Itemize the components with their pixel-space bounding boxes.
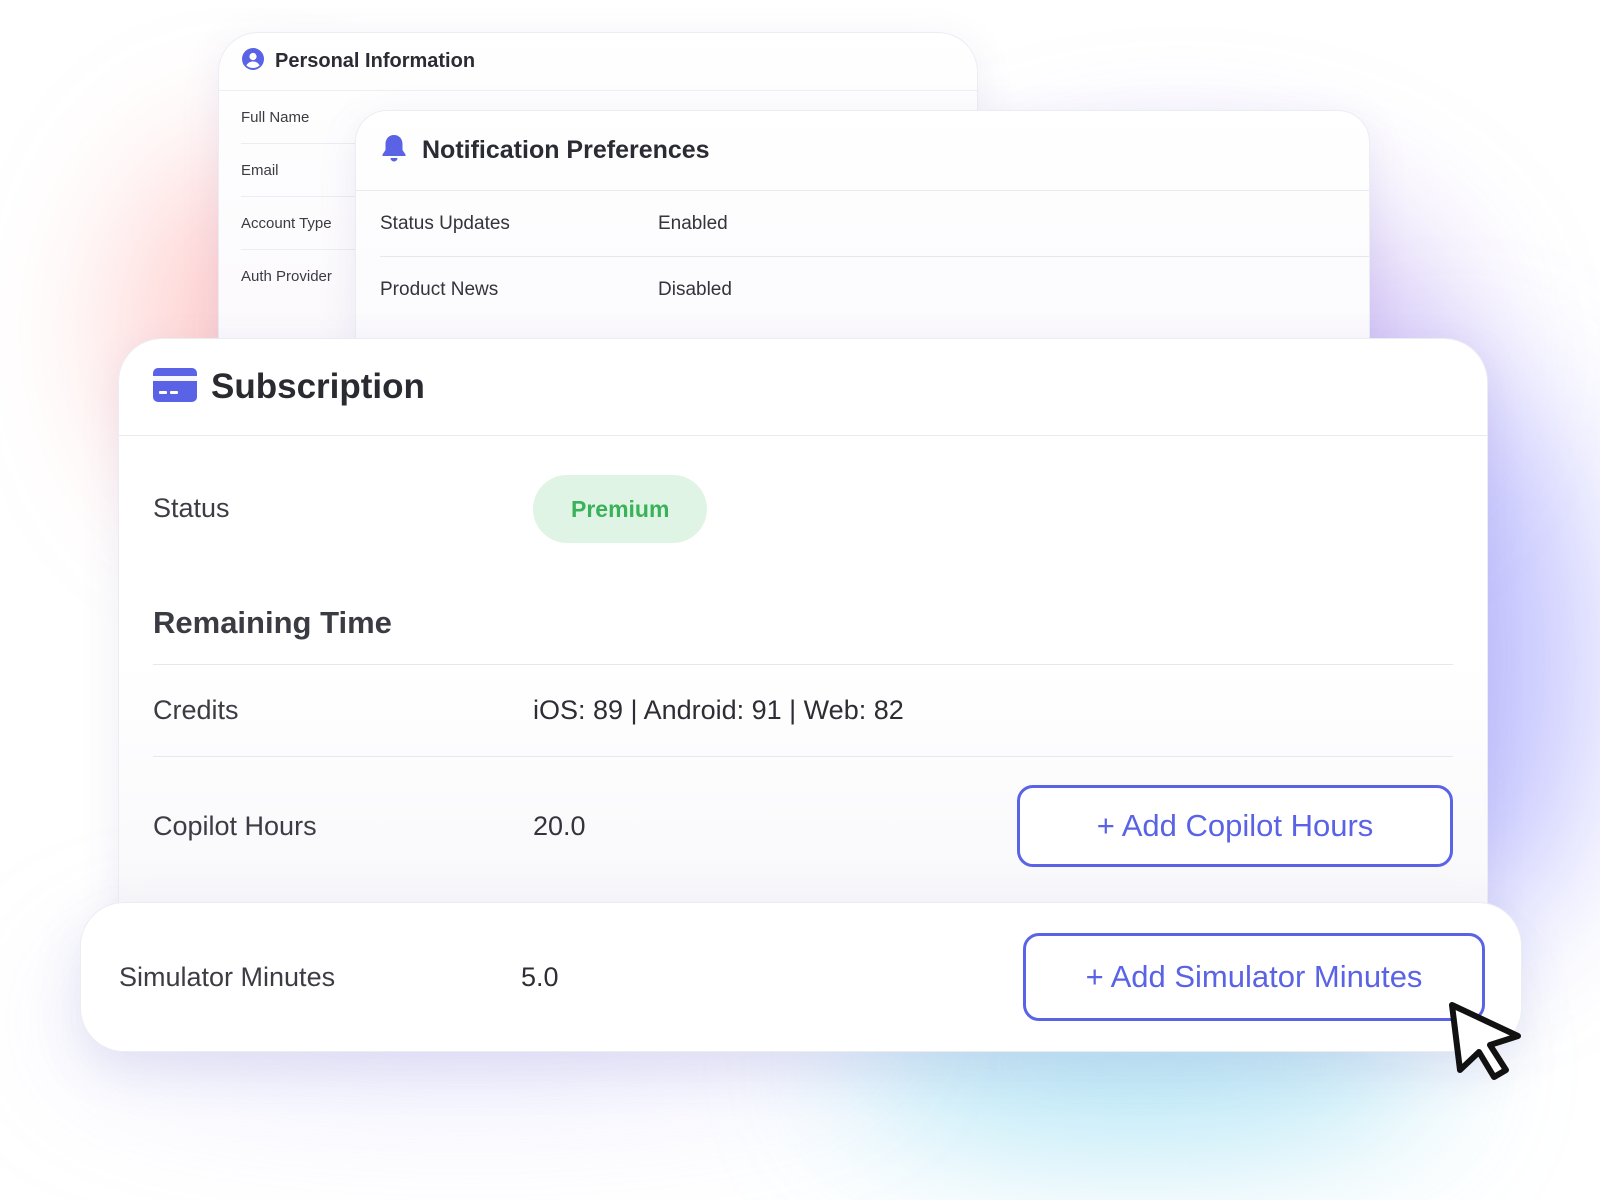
notification-label: Status Updates (380, 212, 510, 234)
notification-value: Enabled (658, 212, 728, 234)
field-label-full-name: Full Name (241, 91, 361, 144)
add-copilot-hours-button[interactable]: + Add Copilot Hours (1017, 785, 1453, 867)
subscription-title: Subscription (211, 367, 425, 406)
personal-information-title: Personal Information (275, 50, 476, 72)
simulator-minutes-info: Simulator Minutes 5.0 (119, 962, 559, 993)
copilot-hours-info: Copilot Hours 20.0 (153, 811, 586, 842)
field-label-account-type: Account Type (241, 197, 361, 250)
notification-row-product-news: Product News Disabled (380, 257, 1369, 323)
notification-value: Disabled (658, 279, 732, 300)
credits-value: iOS: 89 | Android: 91 | Web: 82 (533, 695, 904, 725)
notification-preferences-title: Notification Preferences (422, 136, 710, 164)
credits-row: Credits iOS: 89 | Android: 91 | Web: 82 (153, 665, 1453, 757)
copilot-hours-label: Copilot Hours (153, 810, 317, 841)
bell-icon (380, 133, 408, 168)
notification-preferences-card: Notification Preferences Status Updates … (355, 110, 1370, 350)
simulator-minutes-value: 5.0 (521, 961, 559, 992)
field-label-email: Email (241, 144, 361, 197)
add-simulator-minutes-button[interactable]: + Add Simulator Minutes (1023, 933, 1485, 1021)
credit-card-icon (153, 367, 197, 407)
status-row: Status Premium (153, 436, 1453, 581)
notification-row-status-updates: Status Updates Enabled (380, 191, 1369, 257)
notification-label: Product News (380, 279, 499, 300)
subscription-header: Subscription (119, 339, 1487, 436)
simulator-minutes-bar: Simulator Minutes 5.0 + Add Simulator Mi… (80, 902, 1522, 1052)
field-label-auth-provider: Auth Provider (241, 268, 332, 285)
remaining-time-heading: Remaining Time (153, 581, 1453, 665)
pointer-arrow-icon (1446, 1000, 1528, 1082)
user-circle-icon (241, 47, 265, 76)
simulator-minutes-label: Simulator Minutes (119, 961, 336, 992)
credits-label: Credits (153, 695, 239, 725)
subscription-card: Subscription Status Premium Remaining Ti… (118, 338, 1488, 918)
notification-preferences-header: Notification Preferences (356, 111, 1369, 191)
copilot-hours-value: 20.0 (533, 810, 586, 841)
personal-information-header: Personal Information (219, 33, 977, 91)
copilot-hours-row: Copilot Hours 20.0 + Add Copilot Hours (153, 757, 1453, 895)
subscription-body: Status Premium Remaining Time Credits iO… (119, 436, 1487, 895)
status-badge: Premium (533, 474, 708, 543)
status-label: Status (153, 493, 230, 523)
